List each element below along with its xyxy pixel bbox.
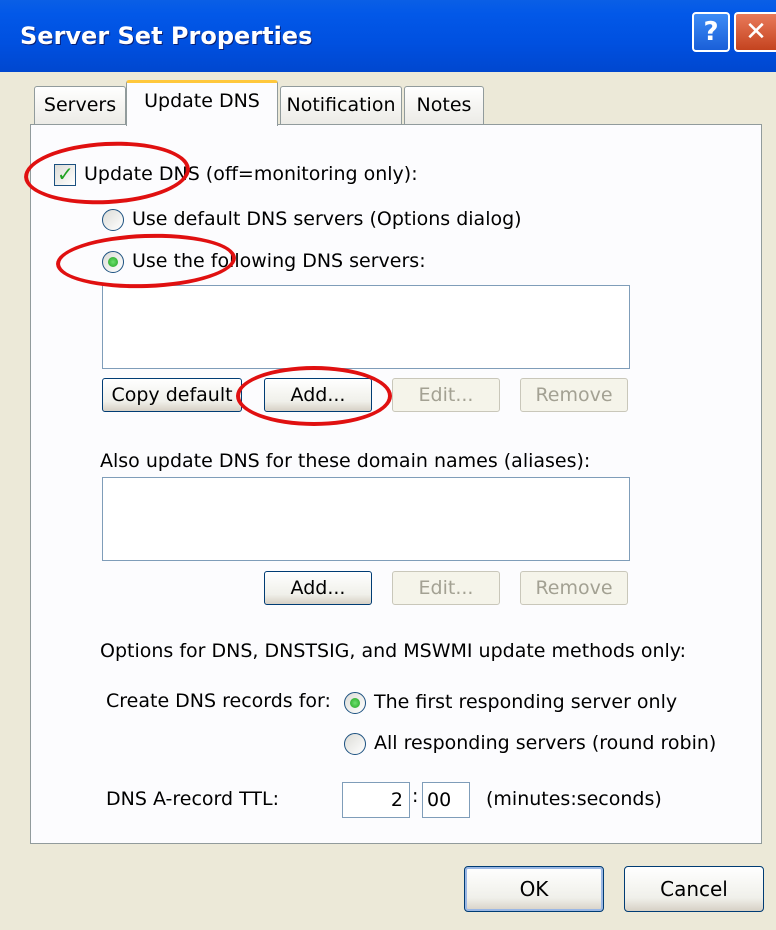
ttl-units-label: (minutes:seconds) bbox=[486, 788, 662, 810]
radio-first-responding[interactable] bbox=[344, 692, 366, 714]
radio-first-responding-label[interactable]: The first responding server only bbox=[374, 691, 677, 713]
ttl-label: DNS A-record TTL: bbox=[106, 788, 279, 810]
ttl-minutes-input[interactable]: 2 bbox=[342, 782, 410, 818]
checkmark-icon: ✓ bbox=[57, 162, 74, 186]
aliases-list[interactable] bbox=[102, 477, 630, 561]
title-bar[interactable]: Server Set Properties ? ✕ bbox=[0, 0, 776, 72]
ttl-separator: : bbox=[412, 785, 419, 807]
cancel-button[interactable]: Cancel bbox=[624, 866, 764, 912]
radio-all-responding[interactable] bbox=[344, 733, 366, 755]
radio-selected-dot bbox=[108, 257, 118, 267]
window-title: Server Set Properties bbox=[20, 22, 313, 50]
radio-default-dns-label[interactable]: Use default DNS servers (Options dialog) bbox=[132, 208, 522, 230]
tab-update-dns[interactable]: Update DNS bbox=[126, 80, 278, 126]
remove-dns-server-button[interactable]: Remove bbox=[520, 378, 628, 412]
ok-button[interactable]: OK bbox=[464, 866, 604, 912]
radio-default-dns[interactable] bbox=[102, 209, 124, 231]
tab-notification[interactable]: Notification bbox=[280, 86, 402, 124]
copy-default-button[interactable]: Copy default bbox=[102, 378, 242, 412]
radio-selected-dot bbox=[350, 698, 360, 708]
remove-alias-button[interactable]: Remove bbox=[520, 571, 628, 605]
close-button[interactable]: ✕ bbox=[734, 12, 776, 52]
tab-notes[interactable]: Notes bbox=[404, 86, 484, 124]
edit-alias-button[interactable]: Edit... bbox=[392, 571, 500, 605]
add-alias-button[interactable]: Add... bbox=[264, 571, 372, 605]
aliases-label: Also update DNS for these domain names (… bbox=[100, 450, 591, 472]
help-button[interactable]: ? bbox=[692, 12, 730, 52]
update-dns-label[interactable]: Update DNS (off=monitoring only): bbox=[84, 163, 418, 185]
tab-servers[interactable]: Servers bbox=[34, 86, 126, 124]
options-heading: Options for DNS, DNSTSIG, and MSWMI upda… bbox=[100, 640, 687, 662]
radio-all-responding-label[interactable]: All responding servers (round robin) bbox=[374, 732, 716, 754]
update-dns-checkbox[interactable]: ✓ bbox=[54, 162, 76, 186]
radio-following-dns-label[interactable]: Use the following DNS servers: bbox=[132, 250, 426, 272]
ttl-seconds-input[interactable]: 00 bbox=[422, 782, 470, 818]
dns-servers-list[interactable] bbox=[102, 285, 630, 369]
radio-following-dns[interactable] bbox=[102, 251, 124, 273]
edit-dns-server-button[interactable]: Edit... bbox=[392, 378, 500, 412]
create-records-label: Create DNS records for: bbox=[106, 690, 331, 712]
add-dns-server-button[interactable]: Add... bbox=[264, 378, 372, 412]
